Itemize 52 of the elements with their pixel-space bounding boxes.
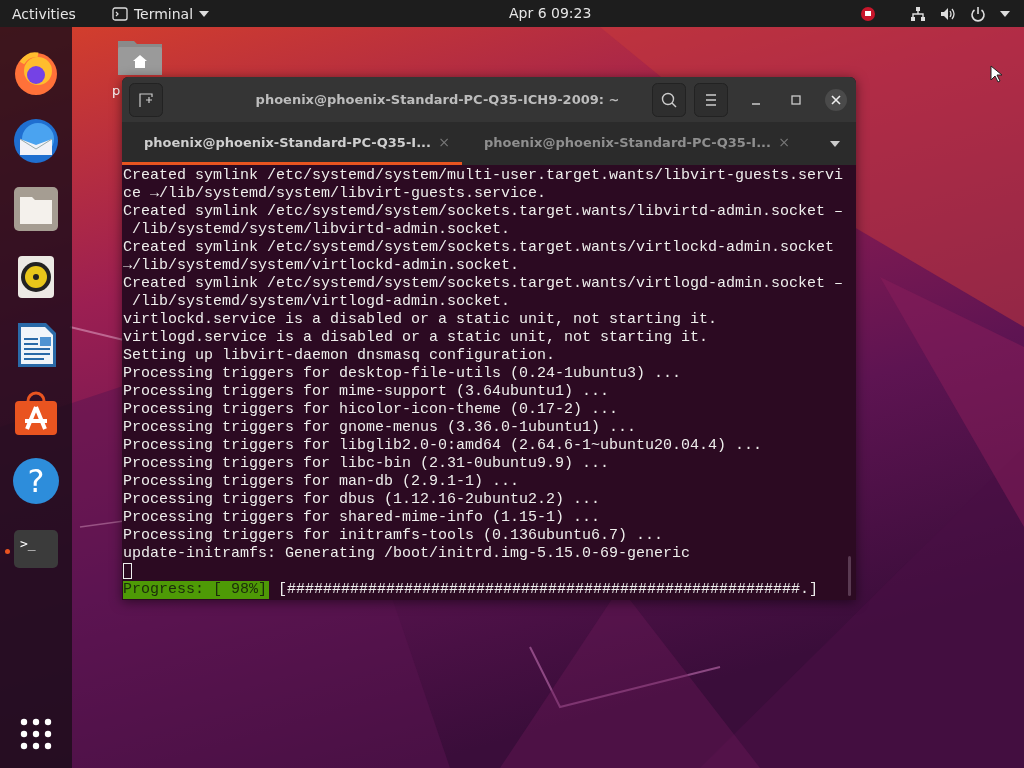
caret-icon[interactable] (1000, 10, 1010, 17)
app-menu[interactable]: Terminal (111, 5, 210, 22)
terminal-tab[interactable]: phoenix@phoenix-Standard-PC-Q35-I... × (462, 122, 802, 165)
progress-label: Progress: [ 98%] (123, 581, 270, 599)
caret-icon (199, 10, 210, 17)
scrollbar[interactable] (848, 556, 851, 596)
terminal-line: Processing triggers for gnome-menus (3.36.0-1ubuntu1) ... (123, 419, 638, 437)
terminal-line: →/lib/systemd/system/virtlockd-admin.socket. (123, 257, 521, 275)
terminal-line: Processing triggers for hicolor-icon-theme (0.17-2) ... (123, 401, 620, 419)
terminal-line: Processing triggers for libglib2.0-0:amd64 (2.64.6-1~ubuntu20.04.4) ... (123, 437, 764, 455)
shopping-bag-icon[interactable] (12, 389, 60, 437)
menu-button[interactable] (694, 82, 728, 117)
terminal-line: virtlockd.service is a disabled or a static unit, not starting it. (123, 311, 719, 329)
app-grid-icon[interactable] (20, 718, 52, 750)
terminal-icon (111, 6, 128, 21)
search-button[interactable] (652, 82, 686, 117)
terminal-line: Created symlink /etc/systemd/system/multi-user.target.wants/libvirt-guests.servi (123, 167, 845, 185)
terminal-line: /lib/systemd/system/virtlogd-admin.socket. (131, 293, 512, 311)
terminal-line: virtlogd.service is a disabled or a static unit, not starting it. (123, 329, 710, 347)
terminal-line: Created symlink /etc/systemd/system/sockets.target.wants/virtlockd-admin.socket (123, 239, 836, 257)
indicator-icon[interactable] (860, 5, 876, 22)
dropdown-icon[interactable] (830, 140, 840, 147)
terminal-line: ce →/lib/systemd/system/libvirt-guests.service. (123, 185, 548, 203)
terminal-line: Processing triggers for libc-bin (2.31-0ubuntu9.9) ... (123, 455, 611, 473)
terminal-line: Setting up libvirt-daemon dnsmasq configuration. (123, 347, 557, 365)
progress-text: [#########################################################.] (278, 581, 819, 599)
terminal-tab[interactable]: phoenix@phoenix-Standard-PC-Q35-I... × (122, 122, 462, 165)
activities-button[interactable]: Activities (0, 5, 88, 22)
mouse-pointer-icon (990, 65, 1002, 83)
network-icon[interactable] (910, 5, 926, 22)
mail-icon[interactable] (12, 117, 60, 165)
text-cursor (123, 563, 132, 580)
terminal-icon[interactable]: >_ (14, 530, 58, 568)
terminal-line: Created symlink /etc/systemd/system/sockets.target.wants/virtlogd-admin.socket – (123, 275, 845, 293)
window-title: phoenix@phoenix-Standard-PC-Q35-ICH9-2009: ~ (254, 92, 621, 107)
new-tab-button[interactable] (129, 82, 163, 117)
power-icon[interactable] (970, 5, 986, 22)
clock[interactable]: Apr 6 09:23 (509, 5, 592, 21)
terminal-line: Processing triggers for dbus (1.12.16-2ubuntu2.2) ... (123, 491, 602, 509)
browser-icon[interactable] (12, 49, 60, 97)
desktop-icon-label[interactable]: p (112, 83, 121, 98)
terminal-line: Processing triggers for desktop-file-utils (0.24-1ubuntu3) ... (123, 365, 683, 383)
close-button[interactable] (824, 87, 848, 112)
terminal-line: /lib/systemd/system/libvirtd-admin.socket. (131, 221, 512, 239)
terminal-line: Processing triggers for initramfs-tools (0.136ubuntu6.7) ... (123, 527, 665, 545)
terminal-line: Processing triggers for shared-mime-info (1.15-1) ... (123, 509, 602, 527)
terminal-line: update-initramfs: Generating /boot/initrd.img-5.15.0-69-generic (123, 545, 692, 563)
folder-icon[interactable] (12, 185, 60, 233)
help-icon[interactable]: ? (13, 458, 59, 504)
terminal-line: Processing triggers for mime-support (3.64ubuntu1) ... (123, 383, 611, 401)
terminal-line: Processing triggers for man-db (2.9.1-1) ... (123, 473, 521, 491)
terminal-line: Created symlink /etc/systemd/system/sockets.target.wants/libvirtd-admin.socket – (123, 203, 845, 221)
